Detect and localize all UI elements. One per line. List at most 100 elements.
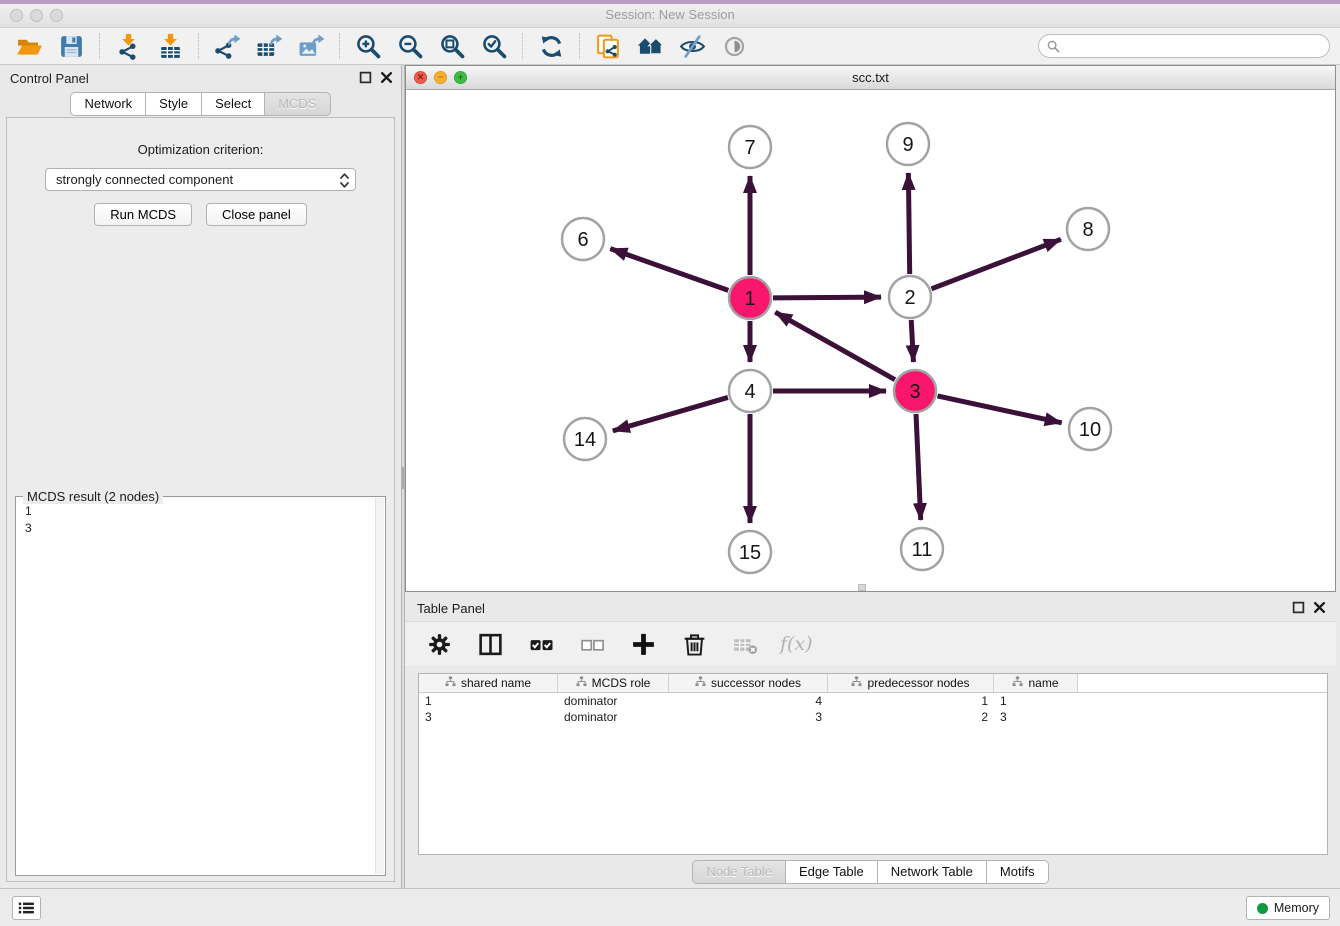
column-header-predecessor-nodes[interactable]: predecessor nodes <box>828 674 994 692</box>
table-row[interactable]: 3dominator323 <box>419 709 1327 725</box>
save-session-icon[interactable] <box>55 31 87 61</box>
graph-node-1[interactable]: 1 <box>729 277 771 319</box>
graph-edge-2-3[interactable] <box>911 320 913 362</box>
select-stepper-icon <box>339 172 350 192</box>
mcds-panel: Optimization criterion: strongly connect… <box>6 117 395 882</box>
graph-edge-3-1[interactable] <box>775 312 895 379</box>
graph-edge-3-10[interactable] <box>937 396 1061 423</box>
settings-icon[interactable] <box>423 629 455 659</box>
graph-edge-2-9[interactable] <box>908 173 909 274</box>
float-table-panel-icon[interactable] <box>1292 601 1305 614</box>
result-scrollbar[interactable] <box>375 498 384 874</box>
table-cell[interactable]: 1 <box>994 693 1078 709</box>
mcds-result-list[interactable]: 13 <box>17 498 384 874</box>
tab-style[interactable]: Style <box>146 92 202 116</box>
close-table-panel-icon[interactable] <box>1313 601 1326 614</box>
graph-node-6[interactable]: 6 <box>562 218 604 260</box>
zoom-selected-icon[interactable] <box>478 31 510 61</box>
window-title: Session: New Session <box>0 7 1340 22</box>
zoom-out-icon[interactable] <box>394 31 426 61</box>
graph-node-4[interactable]: 4 <box>729 370 771 412</box>
canvas-resize-grip[interactable] <box>858 584 866 591</box>
table-cell[interactable]: 1 <box>419 693 558 709</box>
tab-edge-table[interactable]: Edge Table <box>786 860 878 884</box>
network-view-window: ✕ − + scc.txt 1234678910111415 <box>405 65 1336 592</box>
column-header-shared-name[interactable]: shared name <box>419 674 558 692</box>
graph-node-3[interactable]: 3 <box>894 370 936 412</box>
table-cell[interactable]: 3 <box>419 709 558 725</box>
table-cell[interactable]: dominator <box>558 693 669 709</box>
open-session-icon[interactable] <box>13 31 45 61</box>
table-row[interactable]: 1dominator411 <box>419 693 1327 709</box>
splitter-grip[interactable] <box>402 467 404 489</box>
import-table-icon[interactable] <box>154 31 186 61</box>
table-cell[interactable]: 3 <box>669 709 828 725</box>
hide-selected-icon[interactable] <box>676 31 708 61</box>
show-hidden-icon[interactable] <box>718 31 750 61</box>
graph-node-8[interactable]: 8 <box>1067 208 1109 250</box>
table-cell[interactable]: 1 <box>828 693 994 709</box>
optimization-select[interactable]: strongly connected component <box>45 168 356 191</box>
delete-row-icon[interactable] <box>678 629 710 659</box>
export-table-icon[interactable] <box>253 31 285 61</box>
search-input[interactable] <box>1065 38 1321 54</box>
table-body: 1dominator4113dominator323 <box>419 693 1327 725</box>
graph-node-7[interactable]: 7 <box>729 126 771 168</box>
zoom-in-icon[interactable] <box>352 31 384 61</box>
task-history-button[interactable] <box>12 896 41 920</box>
tab-motifs[interactable]: Motifs <box>987 860 1049 884</box>
table-header-row: shared nameMCDS rolesuccessor nodesprede… <box>419 674 1327 693</box>
cytoscape-window: Session: New Session Control Panel <box>0 0 1340 926</box>
clear-all-checkboxes-icon[interactable] <box>576 629 608 659</box>
column-header-name[interactable]: name <box>994 674 1078 692</box>
table-panel-tabs: Node TableEdge TableNetwork TableMotifs <box>405 860 1336 884</box>
zoom-fit-icon[interactable] <box>436 31 468 61</box>
show-home-icon[interactable] <box>634 31 666 61</box>
mcds-result-line: 3 <box>25 520 376 537</box>
add-row-icon[interactable] <box>627 629 659 659</box>
table-cell[interactable]: 2 <box>828 709 994 725</box>
main-content: Control Panel NetworkStyleSelectMCDS Opt… <box>0 65 1340 888</box>
network-canvas[interactable]: 1 2 3 4 6 7 8 9 10 11 14 15 <box>406 90 1335 591</box>
import-network-icon[interactable] <box>112 31 144 61</box>
column-header-MCDS-role[interactable]: MCDS role <box>558 674 669 692</box>
apply-layout-icon[interactable] <box>535 31 567 61</box>
fx-function-builder: f(x) <box>780 633 813 655</box>
graph-node-9[interactable]: 9 <box>887 123 929 165</box>
graph-node-11[interactable]: 11 <box>901 528 943 570</box>
tab-mcds[interactable]: MCDS <box>265 92 330 116</box>
select-all-checkboxes-icon[interactable] <box>525 629 557 659</box>
tab-select[interactable]: Select <box>202 92 265 116</box>
show-columns-icon[interactable] <box>474 629 506 659</box>
graph-node-2[interactable]: 2 <box>889 276 931 318</box>
tab-node-table[interactable]: Node Table <box>692 860 786 884</box>
graph-node-15[interactable]: 15 <box>729 531 771 573</box>
graph-node-14[interactable]: 14 <box>564 418 606 460</box>
search-field[interactable] <box>1038 34 1330 58</box>
export-network-icon[interactable] <box>211 31 243 61</box>
close-panel-button[interactable]: Close panel <box>206 203 307 226</box>
column-header-successor-nodes[interactable]: successor nodes <box>669 674 828 692</box>
copy-network-icon[interactable] <box>592 31 624 61</box>
tab-network[interactable]: Network <box>70 92 146 116</box>
tab-network-table[interactable]: Network Table <box>878 860 987 884</box>
run-mcds-button[interactable]: Run MCDS <box>94 203 192 226</box>
graph-edge-1-6[interactable] <box>610 249 728 291</box>
svg-text:15: 15 <box>739 542 761 564</box>
svg-text:9: 9 <box>902 134 913 156</box>
graph-edge-4-14[interactable] <box>613 397 728 430</box>
graph-edge-3-11[interactable] <box>916 414 921 520</box>
table-cell[interactable]: 4 <box>669 693 828 709</box>
table-cell[interactable]: 3 <box>994 709 1078 725</box>
export-image-icon[interactable] <box>295 31 327 61</box>
table-cell[interactable]: dominator <box>558 709 669 725</box>
graph-edge-1-2[interactable] <box>773 297 881 298</box>
close-panel-icon[interactable] <box>380 71 393 84</box>
graph-edge-2-8[interactable] <box>931 239 1060 288</box>
graph-node-10[interactable]: 10 <box>1069 408 1111 450</box>
node-table: shared nameMCDS rolesuccessor nodesprede… <box>418 673 1328 855</box>
svg-text:1: 1 <box>744 288 755 310</box>
network-graph[interactable]: 1 2 3 4 6 7 8 9 10 11 14 15 <box>406 90 1335 592</box>
float-panel-icon[interactable] <box>359 71 372 84</box>
memory-button[interactable]: Memory <box>1246 896 1330 920</box>
